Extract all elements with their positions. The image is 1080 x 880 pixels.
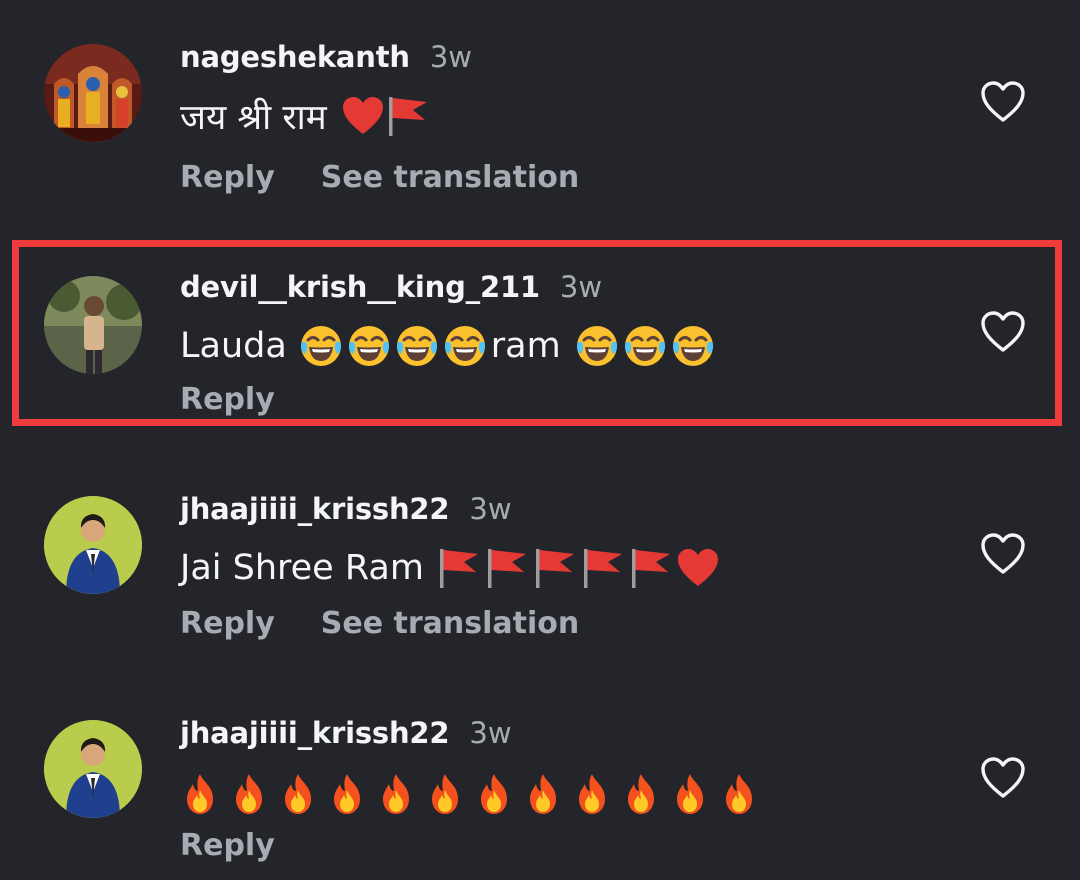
timestamp: 3w bbox=[469, 492, 512, 526]
comment-actions: Reply See translation bbox=[180, 606, 625, 641]
timestamp: 3w bbox=[559, 270, 603, 304]
red-heart-emoji-icon bbox=[341, 95, 385, 137]
heart-outline-icon bbox=[980, 756, 1026, 800]
like-button[interactable] bbox=[980, 310, 1026, 354]
fire-emoji-icon bbox=[670, 772, 710, 816]
red-heart-emoji-icon bbox=[676, 547, 720, 589]
fire-emoji-icon bbox=[621, 772, 661, 816]
comment-text: Lauda ram bbox=[180, 322, 719, 370]
comment-body-part: ram bbox=[490, 326, 561, 366]
like-button[interactable] bbox=[980, 756, 1026, 800]
comment-meta: jhaajiiii_krissh22 3w bbox=[180, 492, 512, 526]
see-translation-button[interactable]: See translation bbox=[321, 606, 579, 641]
fire-emoji-icon bbox=[229, 772, 269, 816]
username[interactable]: jhaajiiii_krissh22 bbox=[180, 492, 450, 526]
fire-emoji-icon bbox=[474, 772, 514, 816]
fire-emoji-icon bbox=[572, 772, 612, 816]
timestamp: 3w bbox=[469, 716, 512, 750]
comment-body: जय श्री राम bbox=[180, 97, 327, 138]
comment-body-part: Lauda bbox=[180, 326, 287, 366]
username[interactable]: nageshekanth bbox=[180, 40, 410, 74]
face-with-tears-of-joy-emoji-icon bbox=[671, 324, 715, 368]
triangular-flag-emoji-icon bbox=[484, 546, 530, 590]
reply-button[interactable]: Reply bbox=[180, 828, 275, 863]
reply-button[interactable]: Reply bbox=[180, 160, 275, 195]
triangular-flag-emoji-icon bbox=[385, 94, 431, 138]
fire-emoji-icon bbox=[719, 772, 759, 816]
comment-meta: devil__krish__king_211 3w bbox=[180, 270, 602, 304]
triangular-flag-emoji-icon bbox=[580, 546, 626, 590]
fire-emoji-icon bbox=[327, 772, 367, 816]
comment-text: जय श्री राम bbox=[180, 92, 433, 140]
avatar[interactable] bbox=[44, 720, 142, 818]
triangular-flag-emoji-icon bbox=[436, 546, 482, 590]
comment-text: Jai Shree Ram bbox=[180, 544, 720, 592]
fire-emoji-icon bbox=[523, 772, 563, 816]
reply-button[interactable]: Reply bbox=[180, 382, 275, 417]
like-button[interactable] bbox=[980, 80, 1026, 124]
see-translation-button[interactable]: See translation bbox=[321, 160, 579, 195]
fire-emoji-icon bbox=[376, 772, 416, 816]
comment-text bbox=[180, 768, 768, 820]
triangular-flag-emoji-icon bbox=[532, 546, 578, 590]
face-with-tears-of-joy-emoji-icon bbox=[575, 324, 619, 368]
heart-outline-icon bbox=[980, 310, 1026, 354]
face-with-tears-of-joy-emoji-icon bbox=[443, 324, 487, 368]
comment-body: Jai Shree Ram bbox=[180, 548, 424, 588]
heart-outline-icon bbox=[980, 80, 1026, 124]
fire-emoji-icon bbox=[180, 772, 220, 816]
comment-actions: Reply bbox=[180, 382, 321, 417]
like-button[interactable] bbox=[980, 532, 1026, 576]
comment-meta: jhaajiiii_krissh22 3w bbox=[180, 716, 512, 750]
heart-outline-icon bbox=[980, 532, 1026, 576]
fire-emoji-icon bbox=[278, 772, 318, 816]
face-with-tears-of-joy-emoji-icon bbox=[347, 324, 391, 368]
timestamp: 3w bbox=[429, 40, 472, 74]
username[interactable]: devil__krish__king_211 bbox=[180, 270, 540, 304]
username[interactable]: jhaajiiii_krissh22 bbox=[180, 716, 450, 750]
avatar[interactable] bbox=[44, 496, 142, 594]
triangular-flag-emoji-icon bbox=[628, 546, 674, 590]
comment-actions: Reply bbox=[180, 828, 321, 863]
avatar[interactable] bbox=[44, 276, 142, 374]
face-with-tears-of-joy-emoji-icon bbox=[395, 324, 439, 368]
reply-button[interactable]: Reply bbox=[180, 606, 275, 641]
comment-actions: Reply See translation bbox=[180, 160, 625, 195]
face-with-tears-of-joy-emoji-icon bbox=[623, 324, 667, 368]
face-with-tears-of-joy-emoji-icon bbox=[299, 324, 343, 368]
comment-meta: nageshekanth 3w bbox=[180, 40, 472, 74]
avatar[interactable] bbox=[44, 44, 142, 142]
fire-emoji-icon bbox=[425, 772, 465, 816]
